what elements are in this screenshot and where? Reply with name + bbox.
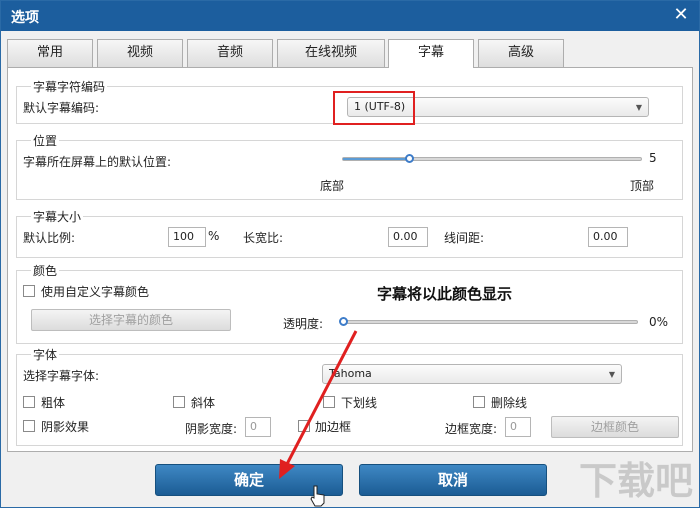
options-dialog: 选项 ✕ 常用 视频 音频 在线视频 字幕 高级 字幕字符编码 默认字幕编码: … — [0, 0, 700, 508]
tab-subtitles[interactable]: 字幕 — [388, 39, 474, 68]
mouse-cursor-icon — [310, 485, 325, 507]
annotation-arrow — [279, 330, 358, 479]
watermark: 下载吧 — [578, 459, 693, 503]
